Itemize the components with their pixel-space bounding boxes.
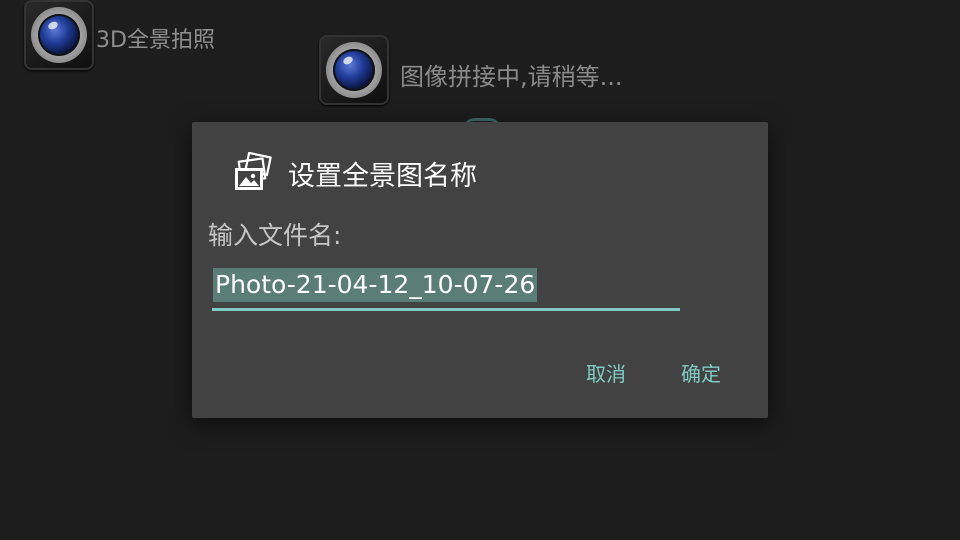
app-title: 3D全景拍照 xyxy=(96,28,215,53)
dialog-title: 设置全景图名称 xyxy=(288,160,477,192)
camera-lens-icon xyxy=(319,35,389,105)
cancel-button[interactable]: 取消 xyxy=(586,358,626,387)
filename-input-value[interactable]: Photo-21-04-12_10-07-26 xyxy=(213,268,538,302)
filename-input[interactable]: Photo-21-04-12_10-07-26 xyxy=(212,262,680,311)
camera-lens-icon xyxy=(24,0,94,70)
gallery-images-icon xyxy=(235,152,272,190)
dialog-header: 设置全景图名称 xyxy=(232,152,477,194)
screen: 3D全景拍照 图像拼接中,请稍等... 设置全景图名称 输入文件名: Photo… xyxy=(0,0,960,540)
stitching-status-text: 图像拼接中,请稍等... xyxy=(400,63,623,91)
set-panorama-name-dialog: 设置全景图名称 输入文件名: Photo-21-04-12_10-07-26 取… xyxy=(192,122,768,418)
filename-label: 输入文件名: xyxy=(208,221,342,250)
confirm-button[interactable]: 确定 xyxy=(681,358,721,387)
